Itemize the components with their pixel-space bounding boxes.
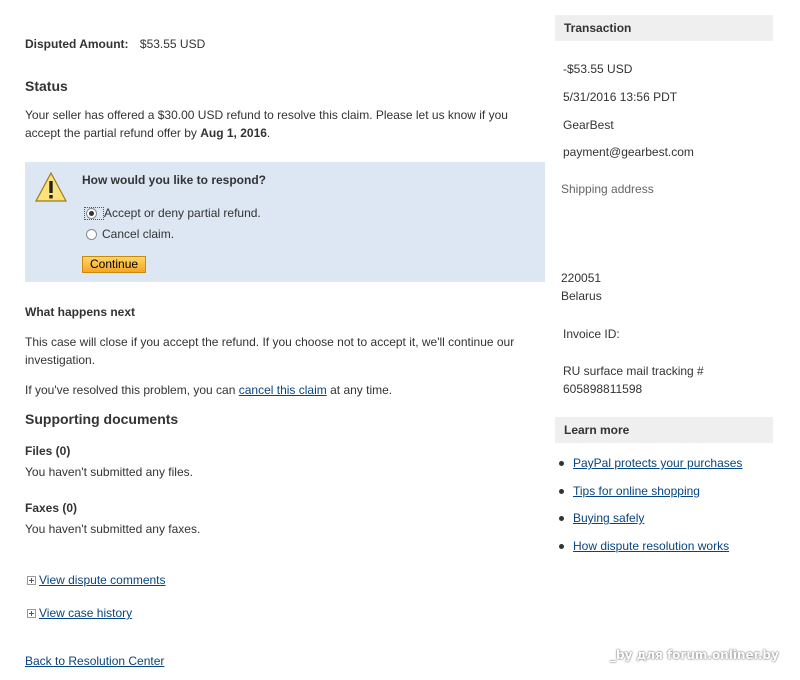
learn-more-link-tips[interactable]: Tips for online shopping [573, 484, 700, 498]
back-to-resolution-center-link[interactable]: Back to Resolution Center [25, 654, 164, 668]
transaction-datetime: 5/31/2016 13:56 PDT [563, 90, 678, 104]
what-happens-next-heading: What happens next [25, 305, 136, 319]
files-text: You haven't submitted any files. [25, 465, 193, 479]
list-item: Buying safely [555, 511, 742, 539]
resolved-text-end: at any time. [326, 383, 393, 397]
view-case-history[interactable]: View case history [27, 606, 132, 620]
disputed-amount-label: Disputed Amount: [25, 37, 129, 51]
supporting-documents-heading: Supporting documents [25, 411, 179, 427]
shipping-address-label: Shipping address [561, 182, 654, 196]
view-dispute-comments-link[interactable]: View dispute comments [39, 573, 166, 587]
radio-cancel-claim[interactable]: Cancel claim. [86, 227, 174, 241]
tracking-label: RU surface mail tracking # [563, 364, 704, 378]
status-heading: Status [25, 78, 68, 94]
expand-plus-icon[interactable] [27, 608, 36, 618]
shipping-country: Belarus [561, 289, 602, 303]
learn-more-link-dispute[interactable]: How dispute resolution works [573, 539, 729, 553]
radio-focus-outline [84, 206, 104, 220]
shipping-postal-code: 220051 [561, 271, 602, 285]
bullet-icon [559, 461, 564, 466]
bullet-icon [559, 488, 564, 494]
status-text-end: . [266, 126, 271, 140]
radio-cancel-claim-label: Cancel claim. [102, 227, 175, 241]
transaction-heading: Transaction [555, 15, 773, 41]
list-item: PayPal protects your purchases [555, 456, 742, 484]
disputed-amount: Disputed Amount: $53.55 USD [25, 37, 205, 51]
transaction-email: payment@gearbest.com [563, 145, 694, 159]
faxes-heading: Faxes (0) [25, 501, 78, 515]
learn-more-link-protects[interactable]: PayPal protects your purchases [573, 456, 742, 470]
radio-accept-deny-label: Accept or deny partial refund. [104, 206, 261, 220]
view-case-history-link[interactable]: View case history [39, 606, 132, 620]
faxes-text: You haven't submitted any faxes. [25, 522, 201, 536]
expand-plus-icon[interactable] [27, 575, 36, 585]
status-text: Your seller has offered a $30.00 USD ref… [25, 106, 525, 142]
bullet-icon [559, 516, 564, 521]
files-heading: Files (0) [25, 444, 71, 458]
tracking-number: 605898811598 [563, 382, 643, 396]
resolved-text: If you've resolved this problem, you can… [25, 381, 392, 399]
list-item: Tips for online shopping [555, 484, 742, 512]
radio-button-checked[interactable] [86, 207, 97, 219]
status-deadline: Aug 1, 2016 [200, 126, 267, 140]
warning-icon [35, 171, 67, 202]
learn-more-heading: Learn more [555, 417, 773, 443]
list-item: How dispute resolution works [555, 539, 742, 567]
invoice-id-label: Invoice ID: [563, 327, 620, 341]
transaction-amount: -$53.55 USD [563, 62, 633, 76]
cancel-claim-link[interactable]: cancel this claim [239, 383, 327, 397]
bullet-icon [559, 543, 564, 549]
radio-button[interactable] [86, 228, 97, 240]
radio-accept-deny[interactable]: Accept or deny partial refund. [84, 206, 261, 220]
what-happens-next-text: This case will close if you accept the r… [25, 335, 515, 367]
transaction-merchant: GearBest [563, 118, 614, 132]
respond-question: How would you like to respond? [82, 173, 267, 187]
respond-panel: How would you like to respond? Accept or… [25, 162, 545, 282]
resolved-text-start: If you've resolved this problem, you can [25, 383, 239, 397]
disputed-amount-value: $53.55 USD [139, 37, 206, 51]
continue-button[interactable]: Continue [82, 256, 147, 273]
learn-more-list: PayPal protects your purchases Tips for … [555, 456, 742, 566]
view-dispute-comments[interactable]: View dispute comments [27, 573, 166, 587]
learn-more-link-buying[interactable]: Buying safely [573, 511, 644, 525]
forum-watermark: _by для forum.onliner.by [610, 648, 779, 662]
